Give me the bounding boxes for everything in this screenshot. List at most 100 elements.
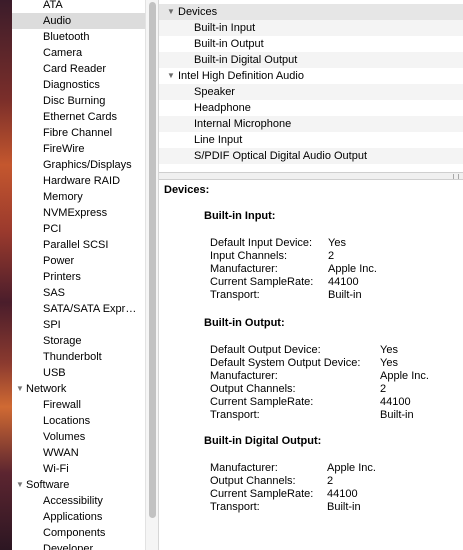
sidebar-item-label: Parallel SCSI <box>43 239 109 251</box>
device-tree-label: Headphone <box>194 102 251 114</box>
sidebar-scrollbar-thumb[interactable] <box>149 2 156 518</box>
property-key: Input Channels: <box>210 250 288 262</box>
sidebar-item-ethernet-cards[interactable]: Ethernet Cards <box>12 109 145 125</box>
property-value: Built-in <box>380 409 414 421</box>
sidebar-item-audio[interactable]: Audio <box>12 13 145 29</box>
sidebar-item-fibre-channel[interactable]: Fibre Channel <box>12 125 145 141</box>
property-value: Apple Inc. <box>327 462 376 474</box>
disclosure-triangle-down-icon[interactable]: ▼ <box>167 68 175 84</box>
property-value: 2 <box>328 250 335 262</box>
sidebar-item-card-reader[interactable]: Card Reader <box>12 61 145 77</box>
sidebar-item-thunderbolt[interactable]: Thunderbolt <box>12 349 145 365</box>
device-tree-label: Built-in Output <box>194 38 264 50</box>
sidebar-item-volumes[interactable]: Volumes <box>12 429 145 445</box>
property-key: Transport: <box>210 501 260 513</box>
property-key: Current SampleRate: <box>210 396 314 408</box>
sidebar-item-firewire[interactable]: FireWire <box>12 141 145 157</box>
sidebar-item-label: FireWire <box>43 143 85 155</box>
property-key: Manufacturer: <box>210 370 278 382</box>
sidebar-item-label: Disc Burning <box>43 95 106 107</box>
sidebar-item-hardware-raid[interactable]: Hardware RAID <box>12 173 145 189</box>
sidebar-item-label: ATA <box>43 0 63 11</box>
detail-section-title: Built-in Output: <box>204 317 285 329</box>
property-value: Yes <box>380 344 398 356</box>
sidebar-item-power[interactable]: Power <box>12 253 145 269</box>
sidebar-item-label: Printers <box>43 271 81 283</box>
sidebar-section-software[interactable]: ▼ Software <box>12 477 145 493</box>
disclosure-triangle-down-icon[interactable]: ▼ <box>16 477 24 493</box>
property-value: Apple Inc. <box>328 263 377 275</box>
property-value: 2 <box>380 383 387 395</box>
sidebar-item-label: Developer <box>43 543 94 550</box>
device-item-s-pdif-optical-digital-audio-output[interactable]: S/PDIF Optical Digital Audio Output <box>159 148 463 164</box>
device-group-intel-high-definition-audio[interactable]: ▼ Intel High Definition Audio <box>159 68 463 84</box>
property-value: Built-in <box>328 289 362 301</box>
sidebar-item-memory[interactable]: Memory <box>12 189 145 205</box>
sidebar-item-label: SATA/SATA Expr… <box>43 303 137 315</box>
sidebar-item-label: Memory <box>43 191 83 203</box>
sidebar-item-bluetooth[interactable]: Bluetooth <box>12 29 145 45</box>
sidebar-item-spi[interactable]: SPI <box>12 317 145 333</box>
disclosure-triangle-down-icon[interactable]: ▼ <box>16 381 24 397</box>
detail-section-title: Built-in Input: <box>204 210 276 222</box>
sidebar-item-disc-burning[interactable]: Disc Burning <box>12 93 145 109</box>
property-value: Yes <box>380 357 398 369</box>
sidebar-item-label: Software <box>26 479 70 491</box>
sidebar-item-wwan[interactable]: WWAN <box>12 445 145 461</box>
device-tree-label: Built-in Input <box>194 22 256 34</box>
sidebar-item-storage[interactable]: Storage <box>12 333 145 349</box>
detail-heading: Devices: <box>164 184 210 196</box>
sidebar-item-label: Locations <box>43 415 91 427</box>
sidebar-item-label: Camera <box>43 47 83 59</box>
device-item-built-in-input[interactable]: Built-in Input <box>159 20 463 36</box>
property-key: Default System Output Device: <box>210 357 361 369</box>
device-item-headphone[interactable]: Headphone <box>159 100 463 116</box>
sidebar-item-graphics-displays[interactable]: Graphics/Displays <box>12 157 145 173</box>
property-key: Manufacturer: <box>210 462 278 474</box>
device-item-built-in-digital-output[interactable]: Built-in Digital Output <box>159 52 463 68</box>
property-key: Transport: <box>210 409 260 421</box>
sidebar-item-label: WWAN <box>43 447 79 459</box>
property-key: Output Channels: <box>210 475 296 487</box>
sidebar-item-printers[interactable]: Printers <box>12 269 145 285</box>
sidebar-item-usb[interactable]: USB <box>12 365 145 381</box>
sidebar-item-sas[interactable]: SAS <box>12 285 145 301</box>
sidebar-item-developer[interactable]: Developer <box>12 541 145 550</box>
sidebar-item-diagnostics[interactable]: Diagnostics <box>12 77 145 93</box>
sidebar-item-components[interactable]: Components <box>12 525 145 541</box>
property-key: Manufacturer: <box>210 263 278 275</box>
splitter-grip-icon[interactable] <box>453 174 459 179</box>
device-item-internal-microphone[interactable]: Internal Microphone <box>159 116 463 132</box>
sidebar-item-label: Firewall <box>43 399 81 411</box>
property-value: 44100 <box>328 276 359 288</box>
sidebar-item-camera[interactable]: Camera <box>12 45 145 61</box>
property-value: 44100 <box>327 488 358 500</box>
detail-pane: Devices: Built-in Input: Default Input De… <box>159 180 463 550</box>
pane-splitter[interactable] <box>159 172 463 180</box>
device-item-built-in-output[interactable]: Built-in Output <box>159 36 463 52</box>
sidebar-item-label: Bluetooth <box>43 31 90 43</box>
sidebar-item-ata[interactable]: ATA <box>12 0 145 13</box>
sidebar-item-label: Graphics/Displays <box>43 159 132 171</box>
sidebar-scrollbar[interactable] <box>145 0 159 550</box>
property-key: Current SampleRate: <box>210 276 314 288</box>
property-key: Current SampleRate: <box>210 488 314 500</box>
device-tree-label: Internal Microphone <box>194 118 292 130</box>
device-item-line-input[interactable]: Line Input <box>159 132 463 148</box>
sidebar-item-sata-sata-expr[interactable]: SATA/SATA Expr… <box>12 301 145 317</box>
sidebar-item-pci[interactable]: PCI <box>12 221 145 237</box>
sidebar-item-firewall[interactable]: Firewall <box>12 397 145 413</box>
device-tree-label: Devices <box>178 6 218 18</box>
disclosure-triangle-down-icon[interactable]: ▼ <box>167 4 175 20</box>
sidebar-item-accessibility[interactable]: Accessibility <box>12 493 145 509</box>
sidebar-item-parallel-scsi[interactable]: Parallel SCSI <box>12 237 145 253</box>
device-group-devices[interactable]: ▼ Devices <box>159 4 463 20</box>
sidebar-item-locations[interactable]: Locations <box>12 413 145 429</box>
sidebar-item-label: SAS <box>43 287 66 299</box>
sidebar-item-wi-fi[interactable]: Wi-Fi <box>12 461 145 477</box>
device-item-speaker[interactable]: Speaker <box>159 84 463 100</box>
sidebar-item-applications[interactable]: Applications <box>12 509 145 525</box>
sidebar-section-network[interactable]: ▼ Network <box>12 381 145 397</box>
property-value: 2 <box>327 475 334 487</box>
sidebar-item-nvmexpress[interactable]: NVMExpress <box>12 205 145 221</box>
